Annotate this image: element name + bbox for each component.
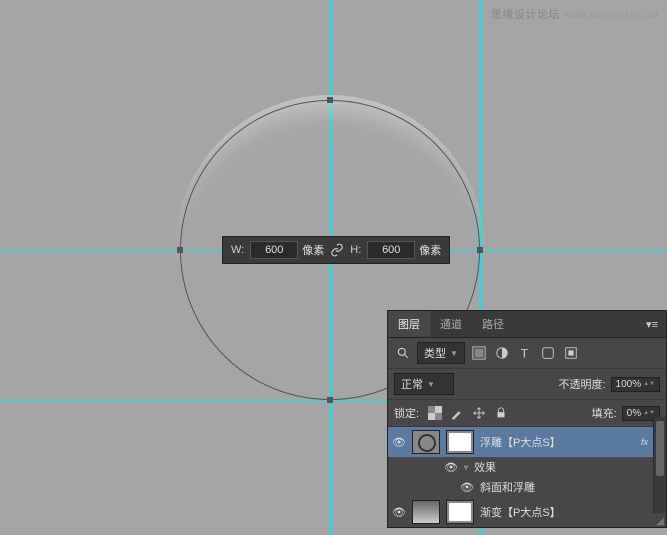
tab-layers[interactable]: 图层 [388, 311, 430, 337]
watermark-text: 思缘设计论坛 [491, 9, 560, 21]
blend-mode-select[interactable]: 正常▼ [394, 373, 454, 395]
layer-mask-thumb[interactable] [446, 430, 474, 454]
height-input[interactable]: 600 [367, 241, 415, 259]
lock-transparent-icon[interactable] [426, 404, 444, 422]
fill-label: 填充: [592, 405, 617, 421]
width-label: W: [231, 244, 244, 256]
lock-position-icon[interactable] [470, 404, 488, 422]
panel-tabs: 图层 通道 路径 ▾≡ [388, 311, 666, 338]
filter-pixel-icon[interactable] [470, 344, 488, 362]
layer-thumb[interactable] [412, 500, 440, 524]
filter-shape-icon[interactable] [539, 344, 557, 362]
transform-dimensions-bar: W: 600 像素 H: 600 像素 [222, 236, 450, 264]
anchor-top[interactable] [327, 97, 333, 103]
effects-label: 效果 [474, 459, 496, 475]
layer-thumb[interactable] [412, 430, 440, 454]
filter-smart-icon[interactable] [562, 344, 580, 362]
filter-type-icon[interactable]: T [516, 344, 534, 362]
lock-row: 锁定: 填充: 0%▲▼ [388, 400, 666, 427]
lock-paint-icon[interactable] [448, 404, 466, 422]
lock-label: 锁定: [394, 405, 419, 421]
fx-badge[interactable]: fx [641, 437, 648, 447]
layer-emboss[interactable]: 👁 浮雕【P大点S】 fx ▾ [388, 427, 666, 457]
anchor-left[interactable] [177, 247, 183, 253]
link-dimensions-icon[interactable] [330, 243, 344, 257]
blend-row: 正常▼ 不透明度: 100%▲▼ [388, 369, 666, 400]
search-icon[interactable] [394, 344, 412, 362]
effect-bevel[interactable]: 👁 斜面和浮雕 [388, 477, 666, 497]
layers-scrollbar[interactable] [653, 417, 666, 513]
width-unit: 像素 [302, 242, 324, 258]
anchor-bottom[interactable] [327, 397, 333, 403]
disclosure-icon[interactable]: ▿ [464, 463, 468, 472]
effect-name: 斜面和浮雕 [480, 479, 535, 495]
layers-list: 👁 浮雕【P大点S】 fx ▾ 👁 ▿ 效果 👁 斜面和浮雕 👁 渐变【P大点S… [388, 427, 666, 527]
layer-name[interactable]: 浮雕【P大点S】 [480, 434, 635, 450]
svg-text:T: T [521, 346, 529, 360]
panel-resize-grip[interactable]: ◢ [656, 519, 664, 525]
layer-mask-thumb[interactable] [446, 500, 474, 524]
width-input[interactable]: 600 [250, 241, 298, 259]
opacity-input[interactable]: 100%▲▼ [611, 377, 660, 392]
visibility-toggle-icon[interactable]: 👁 [392, 436, 406, 449]
opacity-label: 不透明度: [558, 376, 605, 392]
height-unit: 像素 [419, 242, 441, 258]
visibility-toggle-icon[interactable]: 👁 [444, 461, 458, 474]
layer-gradient[interactable]: 👁 渐变【P大点S】 [388, 497, 666, 527]
filter-row: 类型▼ T [388, 338, 666, 369]
layer-name[interactable]: 渐变【P大点S】 [480, 504, 662, 520]
panel-menu-icon[interactable]: ▾≡ [638, 313, 666, 336]
filter-kind-select[interactable]: 类型▼ [417, 342, 465, 364]
effects-header[interactable]: 👁 ▿ 效果 [388, 457, 666, 477]
watermark-url: WWW.MISSYUAN.COM [564, 11, 659, 20]
filter-adjust-icon[interactable] [493, 344, 511, 362]
anchor-right[interactable] [477, 247, 483, 253]
visibility-toggle-icon[interactable]: 👁 [460, 481, 474, 494]
lock-all-icon[interactable] [492, 404, 510, 422]
tab-paths[interactable]: 路径 [472, 311, 514, 337]
tab-channels[interactable]: 通道 [430, 311, 472, 337]
layers-panel: 图层 通道 路径 ▾≡ 类型▼ T 正常▼ 不透明度: 100%▲▼ 锁定: 填… [387, 310, 667, 528]
height-label: H: [350, 244, 361, 256]
visibility-toggle-icon[interactable]: 👁 [392, 506, 406, 519]
